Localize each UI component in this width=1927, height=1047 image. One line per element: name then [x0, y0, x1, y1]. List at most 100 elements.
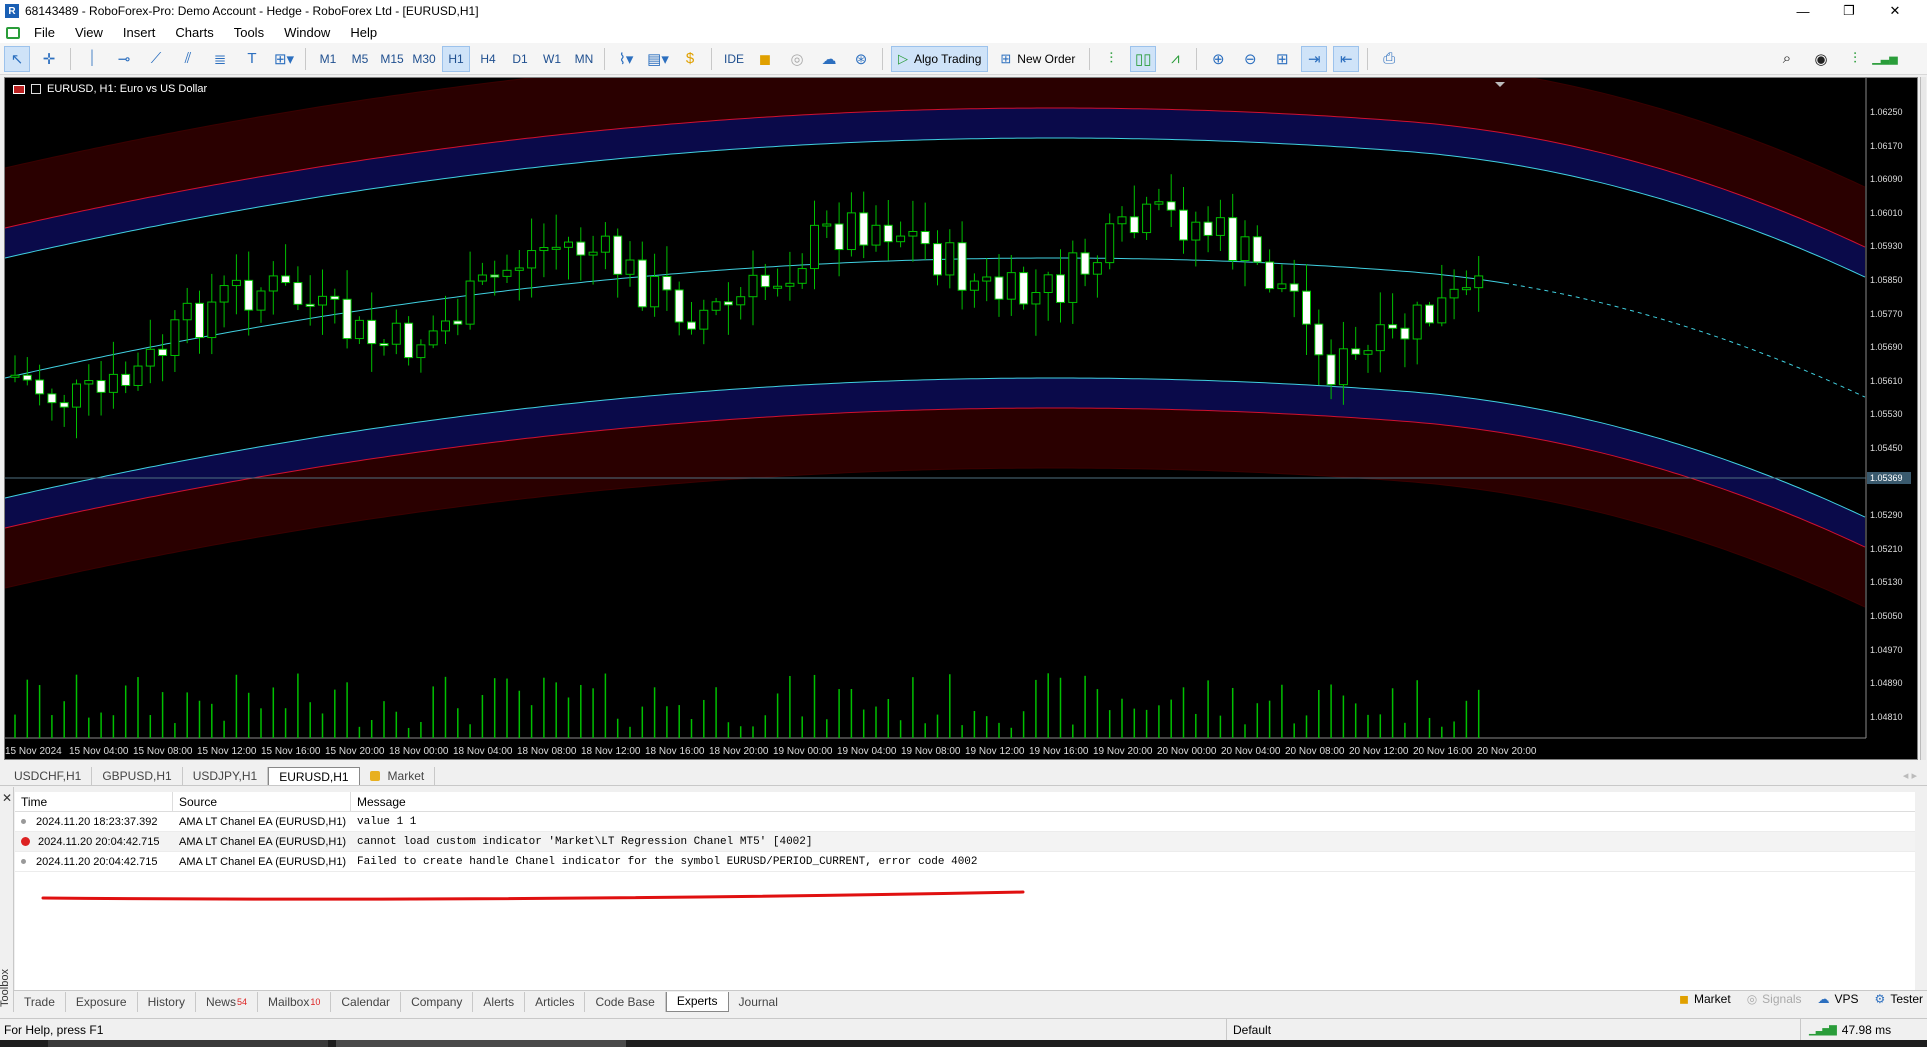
tab-calendar[interactable]: Calendar [331, 991, 402, 1012]
chart-window[interactable]: EURUSD, H1: Euro vs US Dollar 1.06250 1.0… [4, 77, 1918, 760]
tab-articles[interactable]: Articles [525, 991, 586, 1012]
dollar-icon[interactable]: $ [677, 46, 703, 72]
candle-body [1068, 252, 1078, 303]
status-bar: For Help, press F1 Default ▁▃▅▇ 47.98 ms [0, 1018, 1927, 1041]
zoom-out-icon[interactable]: ⊖ [1237, 46, 1263, 72]
timeframe-w1[interactable]: W1 [538, 46, 566, 72]
minimize-button[interactable]: — [1780, 0, 1826, 22]
tab-code-base[interactable]: Code Base [585, 991, 666, 1012]
auto-scroll-icon[interactable]: ⇥ [1301, 45, 1328, 72]
candle-body [773, 285, 783, 289]
search-icon[interactable]: ⌕ [1774, 46, 1800, 72]
signal-strength-icon[interactable]: ⫶ [1842, 46, 1868, 72]
tab-mailbox[interactable]: Mailbox 10 [258, 991, 332, 1012]
candlestick-chart-icon[interactable]: ▯▯ [1130, 45, 1157, 72]
timeframe-mn[interactable]: MN [570, 46, 598, 72]
app-logo-icon: R [5, 4, 19, 18]
timeframe-h1[interactable]: H1 [442, 45, 470, 72]
restore-button[interactable]: ❐ [1826, 0, 1872, 22]
signals-tab[interactable]: ◎ Signals [1747, 992, 1802, 1006]
templates-icon[interactable]: ▤▾ [645, 46, 671, 72]
chart-tab-market[interactable]: Market [360, 767, 436, 785]
market-tab[interactable]: ◼ Market [1679, 992, 1731, 1006]
vps-cloud-icon[interactable]: ☁ [816, 46, 842, 72]
menu-view[interactable]: View [67, 25, 115, 40]
timeframe-h4[interactable]: H4 [474, 46, 502, 72]
tile-windows-icon[interactable]: ⊞ [1269, 46, 1295, 72]
candle-body [600, 235, 610, 253]
cursor-tool-icon[interactable]: ↖ [4, 45, 30, 72]
candle-body [465, 280, 475, 325]
time-tick-label: 18 Nov 00:00 [389, 746, 449, 757]
algo-trading-button[interactable]: ▷ Algo Trading [891, 45, 989, 72]
menu-tools[interactable]: Tools [226, 25, 276, 40]
ide-button[interactable]: IDE [720, 46, 748, 72]
status-profile[interactable]: Default [1226, 1019, 1271, 1041]
price-tick-label: 1.05770 [1870, 308, 1903, 319]
new-order-button[interactable]: ⊞ New Order [994, 46, 1081, 72]
chart-scrollbar[interactable] [1920, 77, 1926, 760]
candle-body [1179, 209, 1188, 241]
tab-trade[interactable]: Trade [14, 991, 66, 1012]
line-chart-icon[interactable]: ⩘ [1162, 46, 1188, 72]
text-tool-icon[interactable]: T [239, 46, 265, 72]
tab-experts[interactable]: Experts [665, 991, 729, 1012]
chart-tab-gbpusd[interactable]: GBPUSD,H1 [92, 767, 183, 785]
network-icon[interactable]: ⊛ [848, 46, 874, 72]
market-bag-icon[interactable]: ◼ [752, 46, 778, 72]
candle-body [367, 319, 377, 345]
trend-line-icon[interactable]: ⟋ [143, 46, 169, 72]
signals-icon[interactable]: ◎ [784, 46, 810, 72]
channel-tool-icon[interactable]: ⫽ [175, 46, 201, 72]
vertical-line-icon[interactable]: ⏐ [79, 46, 105, 72]
price-tick-label: 1.05610 [1870, 375, 1903, 386]
toolbox-close-icon[interactable]: ✕ [2, 791, 12, 805]
horizontal-line-icon[interactable]: ⊸ [111, 46, 137, 72]
tab-history[interactable]: History [138, 991, 196, 1012]
candle-body [920, 231, 930, 245]
time-tick-label: 18 Nov 08:00 [517, 746, 577, 757]
tab-news[interactable]: News 54 [196, 991, 258, 1012]
chart-tab-eurusd[interactable]: EURUSD,H1 [268, 767, 360, 785]
chart-tab-usdjpy[interactable]: USDJPY,H1 [183, 767, 269, 785]
one-click-trading-icon[interactable] [31, 84, 41, 94]
vps-cloud-icon: ☁ [1817, 992, 1830, 1006]
crosshair-tool-icon[interactable]: ✛ [36, 46, 62, 72]
menu-insert[interactable]: Insert [115, 25, 168, 40]
tab-scroll-arrows-icon[interactable]: ◂ ▸ [1903, 769, 1917, 782]
timeframe-m5[interactable]: M5 [346, 46, 374, 72]
tab-journal[interactable]: Journal [729, 992, 788, 1012]
toolbar-separator [70, 47, 71, 70]
close-button[interactable]: ✕ [1872, 0, 1918, 22]
timeframe-m1[interactable]: M1 [314, 46, 342, 72]
price-chart[interactable] [5, 78, 1917, 759]
menu-window[interactable]: Window [276, 25, 342, 40]
candle-body [1215, 217, 1225, 236]
price-tick-label: 1.05210 [1870, 543, 1903, 554]
tab-company[interactable]: Company [401, 991, 474, 1012]
vps-tab[interactable]: ☁ VPS [1818, 992, 1859, 1006]
new-order-label: New Order [1017, 51, 1076, 66]
chart-tab-market-label: Market [387, 769, 425, 783]
candle-body [108, 373, 118, 393]
fibonacci-icon[interactable]: ≣ [207, 46, 233, 72]
indicators-icon[interactable]: ⌇▾ [613, 46, 639, 72]
timeframe-m15[interactable]: M15 [378, 46, 406, 72]
menu-charts[interactable]: Charts [167, 25, 225, 40]
candle-body [1338, 348, 1348, 386]
bar-chart-icon[interactable]: ⫶ [1098, 46, 1124, 72]
timeframe-d1[interactable]: D1 [506, 46, 534, 72]
tester-tab[interactable]: ⚙ Tester [1875, 992, 1923, 1006]
zoom-in-icon[interactable]: ⊕ [1205, 46, 1231, 72]
status-ping[interactable]: ▁▃▅▇ 47.98 ms [1800, 1019, 1891, 1041]
account-icon[interactable]: ◉ [1808, 46, 1834, 72]
menu-file[interactable]: File [26, 25, 67, 40]
chart-shift-icon[interactable]: ⇤ [1333, 45, 1360, 72]
timeframe-m30[interactable]: M30 [410, 46, 438, 72]
menu-help[interactable]: Help [342, 25, 389, 40]
tab-exposure[interactable]: Exposure [66, 991, 138, 1012]
shapes-tool-icon[interactable]: ⊞▾ [271, 46, 297, 72]
chart-tab-usdchf[interactable]: USDCHF,H1 [4, 767, 93, 785]
tab-alerts[interactable]: Alerts [473, 991, 526, 1012]
screenshot-icon[interactable]: ⎙ [1376, 46, 1402, 72]
